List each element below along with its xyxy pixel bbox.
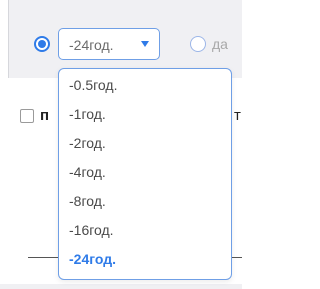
page-frame: -24год. да п т -0.5год. -1год. -2год. -4…	[0, 0, 242, 289]
dropdown-option-2[interactable]: -2год.	[69, 135, 106, 151]
period-select-value: -24год.	[69, 37, 114, 53]
background-label-right: т	[234, 107, 241, 124]
date-option-label[interactable]: да	[212, 31, 242, 57]
dropdown-option-0.5[interactable]: -0.5год.	[69, 77, 117, 93]
dropdown-option-8[interactable]: -8год.	[69, 193, 106, 209]
dropdown-option-24[interactable]: -24год.	[69, 251, 116, 267]
period-dropdown-list: -0.5год. -1год. -2год. -4год. -8год. -16…	[58, 68, 232, 280]
bottom-strip	[0, 284, 242, 289]
chevron-down-icon[interactable]	[141, 41, 149, 47]
period-select[interactable]: -24год.	[58, 28, 160, 60]
period-radio-selected[interactable]	[34, 36, 50, 52]
date-radio[interactable]	[190, 36, 206, 52]
dropdown-option-1[interactable]: -1год.	[69, 106, 106, 122]
dropdown-option-4[interactable]: -4год.	[69, 164, 106, 180]
row-checkbox[interactable]	[20, 109, 34, 123]
background-label-left: п	[40, 107, 50, 124]
dropdown-option-16[interactable]: -16год.	[69, 222, 114, 238]
